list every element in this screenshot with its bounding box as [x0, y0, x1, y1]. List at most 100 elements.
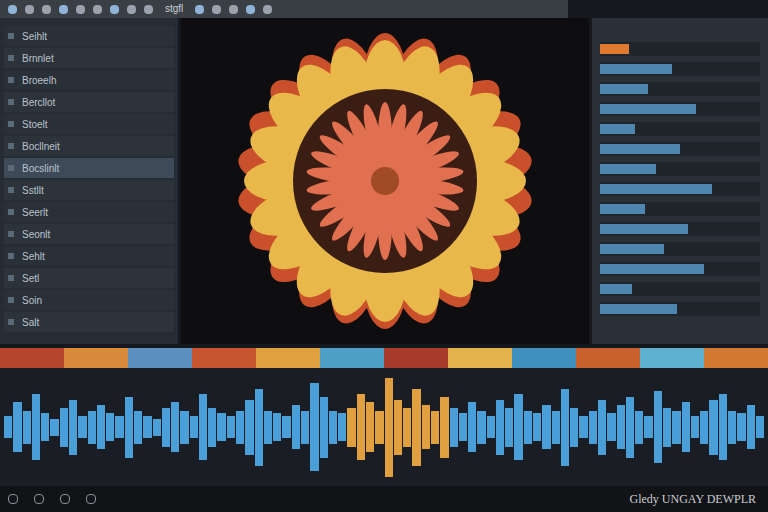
left-row[interactable]: Broeelh — [4, 70, 174, 90]
wave-bar — [589, 411, 597, 444]
left-row[interactable]: Seerlt — [4, 202, 174, 222]
clip-segment[interactable] — [576, 348, 640, 368]
control-icon[interactable] — [8, 494, 18, 504]
wave-bar — [607, 413, 615, 441]
left-row[interactable]: Stoelt — [4, 114, 174, 134]
clip-segment[interactable] — [0, 348, 64, 368]
left-row[interactable]: Seonlt — [4, 224, 174, 244]
wave-bar — [199, 394, 207, 460]
track-row[interactable] — [600, 102, 760, 116]
clip-segment[interactable] — [448, 348, 512, 368]
wave-bar — [431, 411, 439, 444]
clip-segment[interactable] — [64, 348, 128, 368]
clip-segment[interactable] — [384, 348, 448, 368]
tool-icon[interactable] — [25, 5, 34, 14]
wave-bar — [88, 411, 96, 444]
track-row[interactable] — [600, 122, 760, 136]
track-fill — [600, 104, 696, 114]
row-label: Broeelh — [22, 73, 56, 88]
wave-bar — [50, 419, 58, 436]
track-row[interactable] — [600, 182, 760, 196]
track-row[interactable] — [600, 242, 760, 256]
wave-bar — [273, 413, 281, 441]
wave-bar — [282, 416, 290, 438]
wave-bar — [682, 402, 690, 452]
tool-icon[interactable] — [110, 5, 119, 14]
wave-bar — [756, 416, 764, 438]
track-fill — [600, 224, 688, 234]
wave-bar — [4, 416, 12, 438]
left-row[interactable]: Bocslinlt — [4, 158, 174, 178]
wave-bar — [208, 408, 216, 447]
wave-bar — [115, 416, 123, 438]
tool-icon[interactable] — [144, 5, 153, 14]
control-icon[interactable] — [86, 494, 96, 504]
left-row[interactable]: Soin — [4, 290, 174, 310]
wave-bar — [709, 400, 717, 455]
left-row[interactable]: Salt — [4, 312, 174, 332]
track-row[interactable] — [600, 262, 760, 276]
tool-icon[interactable] — [195, 5, 204, 14]
track-row[interactable] — [600, 162, 760, 176]
wave-bar — [747, 405, 755, 449]
wave-bar — [570, 408, 578, 447]
tool-icon[interactable] — [93, 5, 102, 14]
wave-bar — [357, 394, 365, 460]
wave-bar — [329, 411, 337, 444]
left-row[interactable]: Setl — [4, 268, 174, 288]
clip-segment[interactable] — [320, 348, 384, 368]
wave-bar — [13, 402, 21, 452]
clip-segment[interactable] — [704, 348, 768, 368]
wave-bar — [301, 411, 309, 444]
wave-bar — [635, 411, 643, 444]
left-row[interactable]: Bocllneit — [4, 136, 174, 156]
track-row[interactable] — [600, 302, 760, 316]
wave-bar — [737, 413, 745, 441]
track-row[interactable] — [600, 42, 760, 56]
wave-bar — [524, 411, 532, 444]
clip-segment[interactable] — [640, 348, 704, 368]
wave-bar — [245, 400, 253, 455]
wave-bar — [180, 411, 188, 444]
row-label: Seihlt — [22, 29, 47, 44]
track-row[interactable] — [600, 142, 760, 156]
row-icon — [8, 99, 14, 105]
tool-icon[interactable] — [127, 5, 136, 14]
clip-segment[interactable] — [128, 348, 192, 368]
track-row[interactable] — [600, 62, 760, 76]
track-row[interactable] — [600, 222, 760, 236]
watermark: Gledy UNGAY DEWPLR — [630, 490, 760, 508]
row-label: Bocllneit — [22, 139, 60, 154]
left-row[interactable]: Brnnlet — [4, 48, 174, 68]
wave-bar — [227, 416, 235, 438]
clip-segment[interactable] — [512, 348, 576, 368]
wave-bar — [672, 411, 680, 444]
track-row[interactable] — [600, 282, 760, 296]
left-row[interactable]: Sstllt — [4, 180, 174, 200]
tool-icon[interactable] — [263, 5, 272, 14]
left-row[interactable]: Sehlt — [4, 246, 174, 266]
tool-icon[interactable] — [8, 5, 17, 14]
left-row[interactable]: Seihlt — [4, 26, 174, 46]
track-row[interactable] — [600, 202, 760, 216]
control-icon[interactable] — [60, 494, 70, 504]
tool-icon[interactable] — [246, 5, 255, 14]
tool-icon[interactable] — [76, 5, 85, 14]
track-fill — [600, 204, 645, 214]
tool-icon[interactable] — [59, 5, 68, 14]
left-row[interactable]: Bercllot — [4, 92, 174, 112]
tool-icon[interactable] — [42, 5, 51, 14]
track-row[interactable] — [600, 82, 760, 96]
main-area: Seihlt Brnnlet Broeelh BercllotStoelt Boclln… — [0, 18, 768, 344]
clip-strip — [0, 348, 768, 368]
bottom-bar: Gledy UNGAY DEWPLR — [0, 486, 768, 512]
wave-bar — [125, 397, 133, 458]
tool-icon[interactable] — [229, 5, 238, 14]
wave-bar — [477, 411, 485, 444]
clip-segment[interactable] — [256, 348, 320, 368]
control-icon[interactable] — [34, 494, 44, 504]
tool-icon[interactable] — [212, 5, 221, 14]
clip-segment[interactable] — [192, 348, 256, 368]
row-label: Seerlt — [22, 205, 48, 220]
wave-bar — [617, 405, 625, 449]
